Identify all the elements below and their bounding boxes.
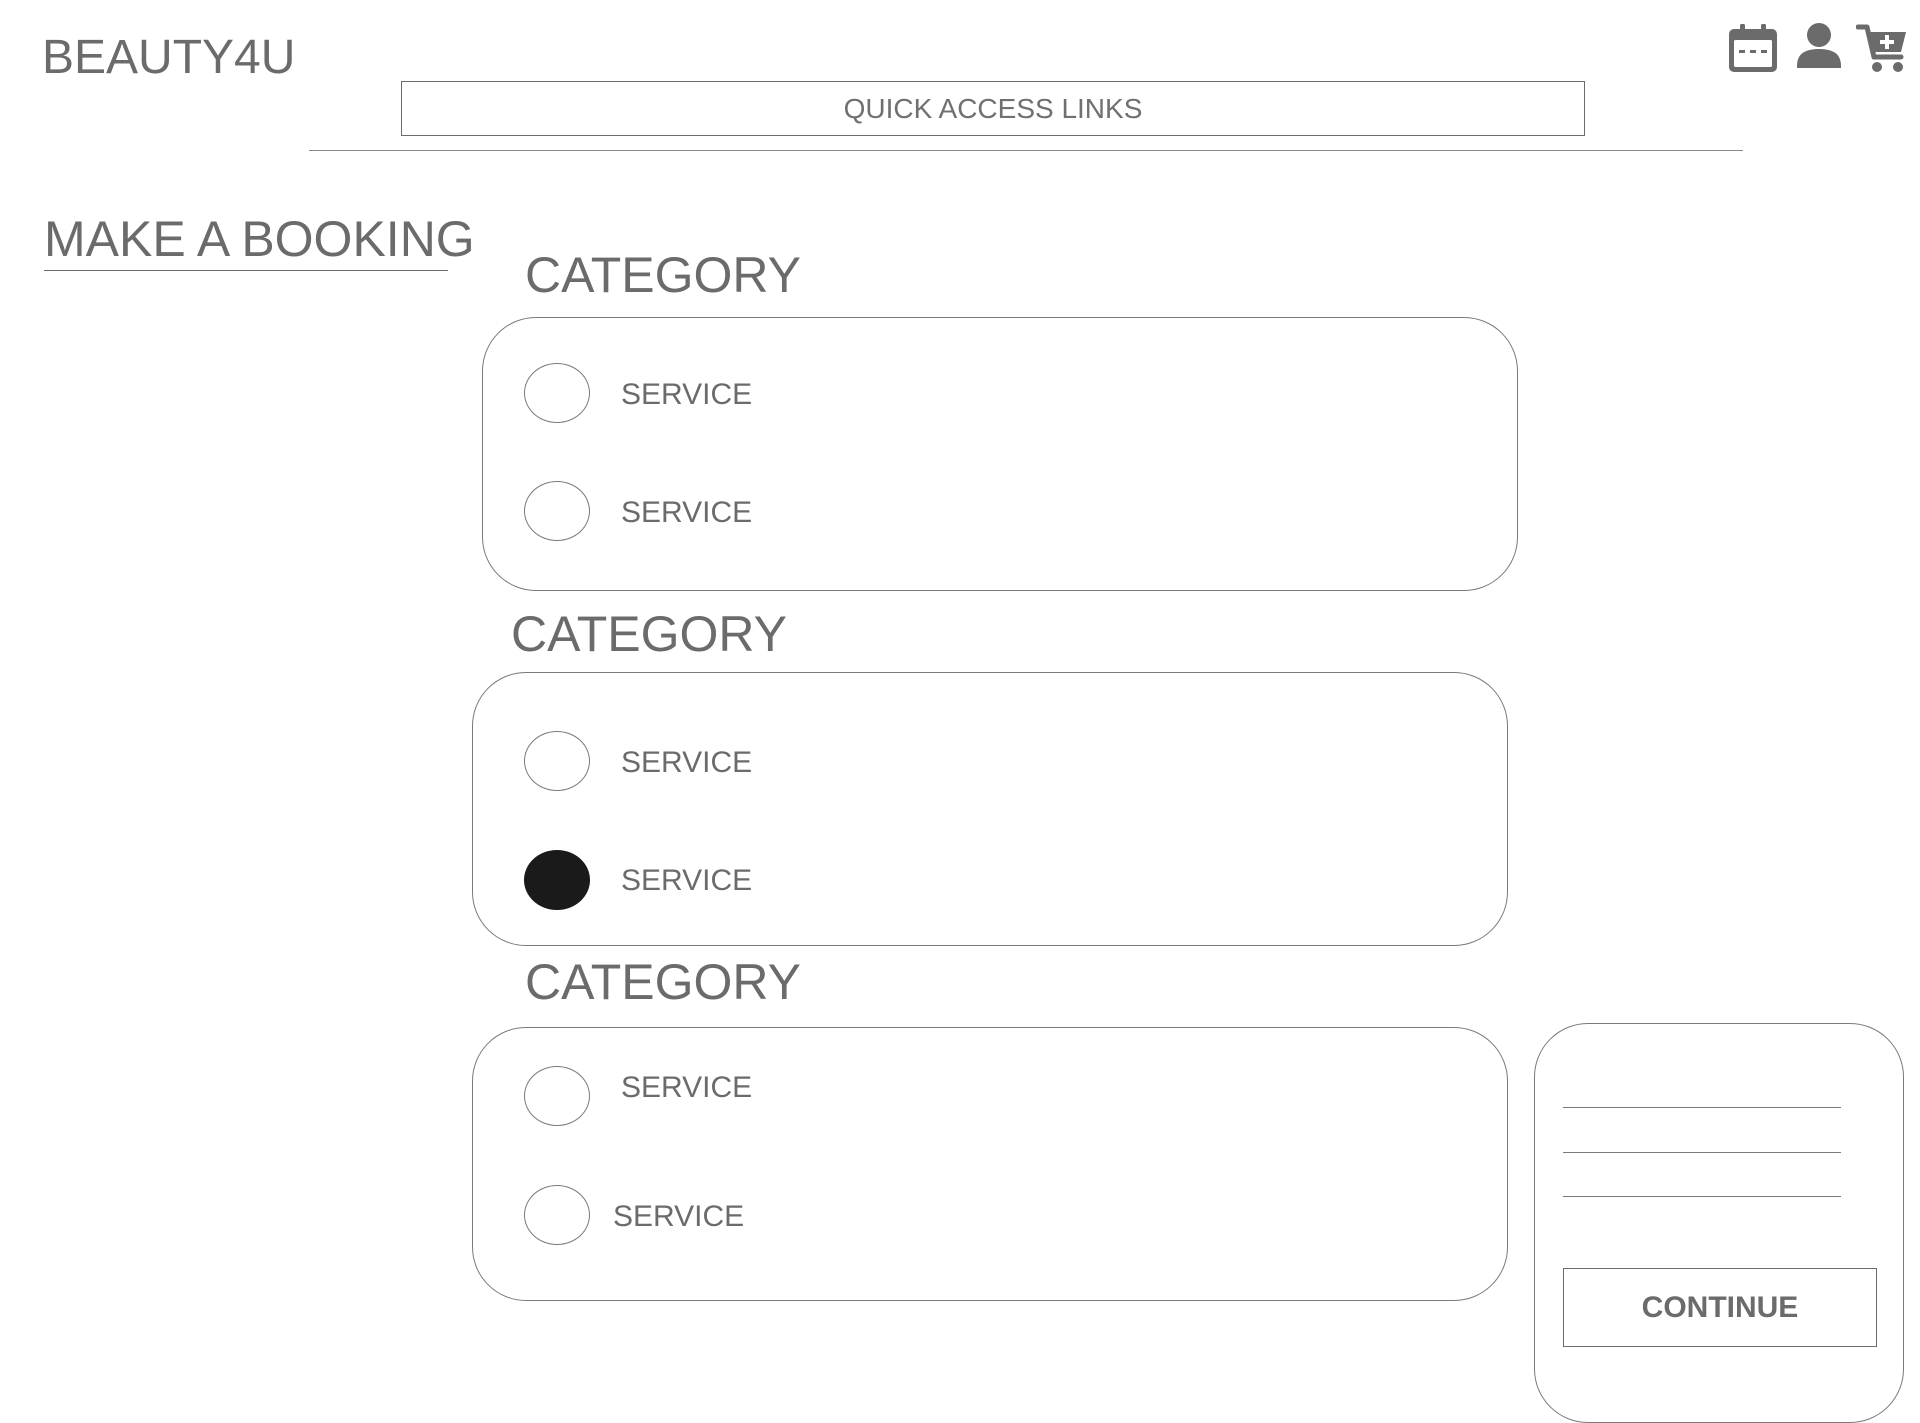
service-label: SERVICE — [613, 1200, 745, 1233]
category-heading: CATEGORY — [511, 606, 787, 662]
header-divider — [309, 150, 1743, 151]
cart-add-icon[interactable] — [1856, 22, 1910, 76]
user-icon[interactable] — [1792, 22, 1846, 76]
service-radio[interactable] — [524, 1185, 590, 1245]
service-label: SERVICE — [621, 1071, 753, 1104]
brand-logo[interactable]: BEAUTY4U — [42, 30, 295, 85]
continue-button[interactable]: CONTINUE — [1563, 1268, 1877, 1347]
summary-line — [1563, 1107, 1841, 1108]
calendar-icon[interactable] — [1726, 22, 1780, 76]
booking-summary-panel — [1534, 1023, 1904, 1423]
service-label: SERVICE — [621, 746, 753, 779]
category-box — [472, 1027, 1508, 1301]
service-label: SERVICE — [621, 378, 753, 411]
category-box — [482, 317, 1518, 591]
service-radio[interactable] — [524, 731, 590, 791]
service-radio[interactable] — [524, 1066, 590, 1126]
quick-access-links[interactable]: QUICK ACCESS LINKS — [401, 81, 1585, 136]
service-label: SERVICE — [621, 496, 753, 529]
service-radio-selected[interactable] — [524, 850, 590, 910]
summary-line — [1563, 1152, 1841, 1153]
category-box — [472, 672, 1508, 946]
category-heading: CATEGORY — [525, 954, 801, 1010]
service-label: SERVICE — [621, 864, 753, 897]
service-radio[interactable] — [524, 481, 590, 541]
summary-line — [1563, 1196, 1841, 1197]
title-underline — [44, 270, 448, 271]
category-heading: CATEGORY — [525, 247, 801, 303]
service-radio[interactable] — [524, 363, 590, 423]
page-title: MAKE A BOOKING — [44, 211, 475, 267]
